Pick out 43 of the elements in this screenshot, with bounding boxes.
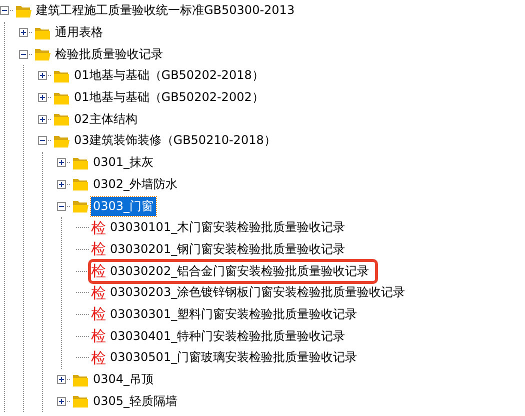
tree-item[interactable]: 0305_轻质隔墙 xyxy=(91,392,180,411)
tree-item[interactable]: 检验批质量验收记录 xyxy=(53,44,165,64)
tree-item[interactable]: 03030201_钢门窗安装检验批质量验收记录 xyxy=(108,240,348,259)
expand-icon[interactable] xyxy=(57,375,66,384)
tree-item[interactable]: 03030203_涂色镀锌钢板门窗安装检验批质量验收记录 xyxy=(108,283,408,302)
expand-icon[interactable] xyxy=(57,180,66,189)
tree-item[interactable]: 01地基与基础（GB50202-2002） xyxy=(72,88,266,108)
tree-item[interactable]: 03030401_特种门安装检验批质量验收记录 xyxy=(108,326,348,346)
tree-item[interactable]: 03030101_木门窗安装检验批质量验收记录 xyxy=(108,218,348,238)
tree-item[interactable]: 02主体结构 xyxy=(72,110,140,129)
tree-item[interactable]: 03030501_门窗玻璃安装检验批质量验收记录 xyxy=(108,348,360,368)
folder-icon xyxy=(72,393,89,410)
expand-icon[interactable] xyxy=(19,28,28,38)
collapse-icon[interactable] xyxy=(57,202,66,211)
form-type-label: 检 xyxy=(91,305,106,324)
form-type-label: 检 xyxy=(91,348,106,367)
collapse-icon[interactable] xyxy=(0,6,9,16)
form-type-label: 检 xyxy=(91,284,106,302)
form-type-label: 检 xyxy=(91,262,106,280)
expand-icon[interactable] xyxy=(38,93,47,102)
collapse-icon[interactable] xyxy=(19,50,28,59)
folder-icon xyxy=(72,176,89,192)
expand-icon[interactable] xyxy=(38,114,47,124)
expand-icon[interactable] xyxy=(38,71,47,80)
expand-icon[interactable] xyxy=(57,158,66,168)
tree-item[interactable]: 03030301_塑料门窗安装检验批质量验收记录 xyxy=(108,304,360,324)
tree-item[interactable]: 通用表格 xyxy=(53,23,105,42)
tree-item[interactable]: 0301_抹灰 xyxy=(91,153,156,172)
form-type-label: 检 xyxy=(91,327,106,346)
tree-item[interactable]: 03建筑装饰装修（GB50210-2018） xyxy=(72,131,278,150)
form-type-label: 检 xyxy=(91,218,106,237)
folder-icon xyxy=(34,46,51,62)
tree-item[interactable]: 01地基与基础（GB50202-2018） xyxy=(72,66,266,86)
tree-item[interactable]: 0304_吊顶 xyxy=(91,370,156,390)
collapse-icon[interactable] xyxy=(38,136,47,146)
tree-item[interactable]: 0302_外墙防水 xyxy=(91,174,180,194)
form-type-label: 检 xyxy=(91,240,106,258)
tree-item[interactable]: 建筑工程施工质量验收统一标准GB50300-2013 xyxy=(34,1,297,20)
folder-icon xyxy=(53,111,70,128)
tree-item[interactable]: 0303_门窗 xyxy=(91,196,156,216)
folder-icon xyxy=(72,198,89,214)
expand-icon[interactable] xyxy=(57,396,66,406)
tree-item[interactable]: 03030202_铝合金门窗安装检验批质量验收记录 xyxy=(108,262,372,281)
